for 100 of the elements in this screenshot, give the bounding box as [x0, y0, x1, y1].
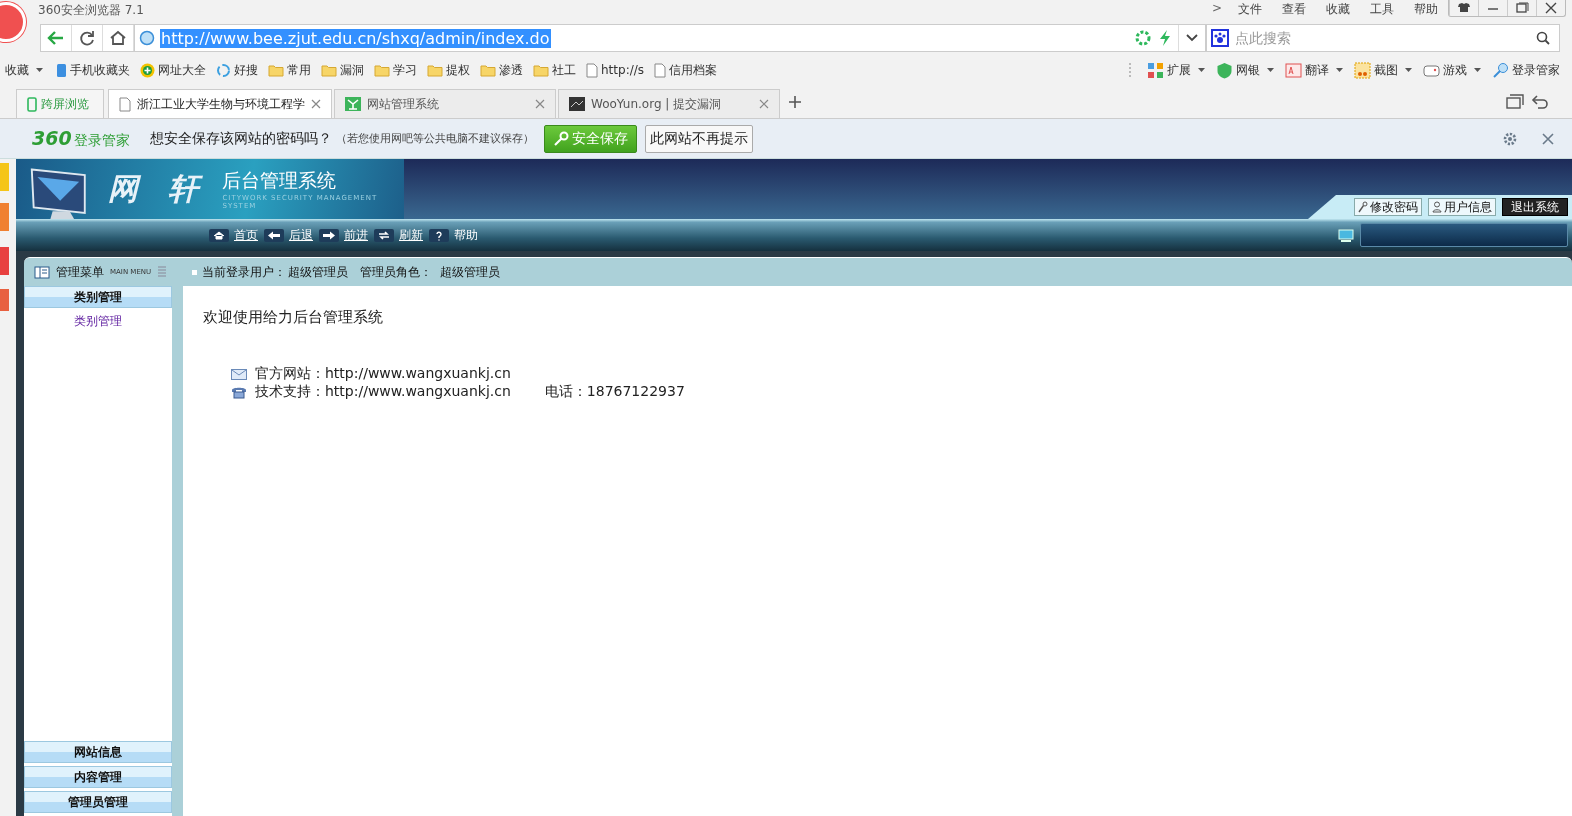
account-button[interactable]: 退出系统: [1502, 198, 1568, 216]
account-button[interactable]: 用户信息: [1428, 198, 1496, 216]
close-icon[interactable]: [1540, 130, 1556, 147]
site-favicon-icon: [569, 97, 585, 111]
toolbar-item[interactable]: 扩展: [1143, 61, 1212, 79]
bookmark-item[interactable]: 网址大全: [135, 61, 211, 79]
close-tab-icon[interactable]: [759, 99, 769, 109]
brand-logo: 360 登录管家: [32, 127, 130, 150]
menu-item[interactable]: 查看: [1272, 1, 1316, 18]
search-icon[interactable]: [1535, 30, 1551, 46]
toolbar-item[interactable]: 游戏: [1419, 61, 1488, 79]
bookmark-item[interactable]: 社工: [528, 61, 581, 79]
toolbar-item[interactable]: 截图: [1350, 61, 1419, 79]
welcome-text: 欢迎使用给力后台管理系统: [203, 308, 384, 327]
lightning-icon[interactable]: [1157, 29, 1173, 47]
nav-link[interactable]: 后退: [289, 226, 313, 244]
nav-icon[interactable]: [264, 228, 284, 242]
current-user: 超级管理员: [288, 263, 348, 281]
key-icon: [552, 130, 569, 147]
settings-icon[interactable]: [1502, 130, 1518, 147]
page-icon: [654, 62, 666, 78]
menu-title: 管理菜单: [56, 263, 104, 281]
close-tab-icon[interactable]: [311, 99, 321, 109]
ring-icon: [216, 62, 231, 78]
bookmark-item[interactable]: 提权: [422, 61, 475, 79]
close-tab-icon[interactable]: [535, 99, 545, 109]
collapse-handle-icon[interactable]: [157, 265, 168, 279]
system-title: 后台管理系统: [222, 168, 338, 193]
folder-icon: [533, 63, 549, 77]
never-button[interactable]: 此网站不再提示: [644, 124, 753, 153]
nav-icon[interactable]: [319, 228, 339, 242]
page-icon: [586, 62, 598, 78]
folder-icon: [321, 63, 337, 77]
telephone-icon: [231, 385, 247, 399]
sidebar-icons-drawing[interactable]: [0, 161, 10, 311]
menu-link[interactable]: 类别管理: [74, 313, 122, 330]
search-input[interactable]: 点此搜索: [1233, 29, 1535, 47]
nav-icon[interactable]: [374, 228, 394, 242]
nav-icon[interactable]: [429, 228, 449, 242]
menu-item[interactable]: 文件: [1228, 1, 1272, 18]
phone-number-text: 电话：18767122937: [544, 383, 685, 401]
phone-icon: [56, 62, 67, 78]
search-field[interactable]: 点此搜索: [1206, 24, 1560, 52]
nav-icon[interactable]: [209, 228, 229, 242]
current-user-label: 当前登录用户：: [202, 263, 286, 281]
scissors-icon: [1354, 61, 1371, 79]
nav-link[interactable]: 首页: [234, 226, 258, 244]
folder-icon: [480, 63, 496, 77]
nav-link[interactable]: 刷新: [399, 226, 423, 244]
browser-tab[interactable]: 网站管理系统: [334, 89, 556, 118]
bookmark-item[interactable]: 好搜: [211, 61, 263, 79]
phone-icon: [27, 96, 37, 112]
contact-text: 技术支持：http://www.wangxuankj.cn: [255, 383, 511, 401]
folder-icon: [268, 63, 284, 77]
bookmark-item[interactable]: 渗透: [475, 61, 528, 79]
tab-list-icon[interactable]: [1504, 92, 1526, 112]
hint-text: （若您使用网吧等公共电脑不建议保存）: [335, 131, 534, 146]
screen-icon: [1338, 228, 1354, 242]
nav-link[interactable]: 前进: [344, 226, 368, 244]
menu-section-header[interactable]: 管理员管理: [24, 791, 172, 813]
contact-text: 官方网站：http://www.wangxuankj.cn: [255, 365, 511, 383]
bookmark-item[interactable]: 收藏: [0, 61, 51, 79]
pinned-tab[interactable]: 跨屏浏览: [16, 89, 104, 118]
menu-section-header[interactable]: 内容管理: [24, 766, 172, 788]
menu-section-header[interactable]: 网站信息: [24, 741, 172, 763]
loading-icon: [1134, 29, 1152, 47]
magnifier-key-icon: [1492, 61, 1509, 79]
bookmark-item[interactable]: 学习: [369, 61, 422, 79]
bookmark-item[interactable]: 信用档案: [649, 61, 722, 79]
grid-icon: [1147, 61, 1164, 79]
menu-section-header[interactable]: 类别管理: [24, 286, 172, 308]
browser-tab[interactable]: WooYun.org | 提交漏洞: [558, 89, 780, 118]
plus-circle-icon: [140, 62, 155, 78]
menu-item[interactable]: 收藏: [1316, 1, 1360, 18]
menu-expand-arrow[interactable]: >: [1205, 1, 1228, 15]
current-role: 超级管理员: [440, 263, 500, 281]
menu-item[interactable]: 工具: [1360, 1, 1404, 18]
bookmark-item[interactable]: 漏洞: [316, 61, 369, 79]
bullet-icon: [192, 269, 197, 275]
toolbar-item[interactable]: 翻译: [1281, 61, 1350, 79]
page-icon: [119, 96, 131, 112]
prompt-text: 想安全保存该网站的密码吗？: [149, 129, 332, 148]
bookmark-item[interactable]: http://s: [581, 62, 649, 78]
translate-icon: [1285, 61, 1302, 79]
bookmark-item[interactable]: 常用: [263, 61, 316, 79]
folder-icon: [374, 63, 390, 77]
envelope-icon: [231, 368, 247, 380]
site-favicon-icon: [345, 97, 361, 111]
menu-item[interactable]: 帮助: [1404, 1, 1448, 18]
toolbar-item[interactable]: 网银: [1212, 61, 1281, 79]
shield-icon: [1216, 61, 1233, 79]
folder-icon: [427, 63, 443, 77]
account-button[interactable]: 修改密码: [1354, 198, 1422, 216]
browser-tab[interactable]: 浙江工业大学生物与环境工程学: [108, 89, 332, 118]
role-label: 管理员角色：: [360, 263, 432, 281]
toolbar-item[interactable]: 登录管家: [1488, 61, 1564, 79]
window-title: 360安全浏览器 7.1: [38, 2, 144, 19]
menu-panel-icon: [34, 265, 50, 279]
bookmark-item[interactable]: 手机收藏夹: [51, 61, 135, 79]
nav-link[interactable]: 帮助: [454, 226, 478, 244]
